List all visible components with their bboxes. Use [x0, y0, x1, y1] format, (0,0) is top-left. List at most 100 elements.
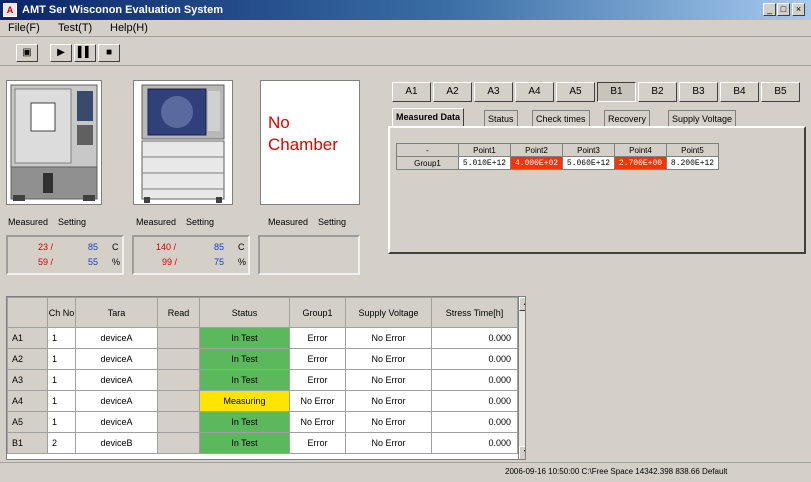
device-grid: Ch No Tara Read Status Group1 Supply Vol… — [6, 296, 526, 460]
chamber-2-temp-setting: 85 — [214, 242, 225, 252]
ch-no-cell: 1 — [47, 369, 76, 391]
supply-voltage-cell: No Error — [345, 348, 432, 370]
read-cell — [157, 327, 200, 349]
table-row[interactable]: A2 1 deviceA In Test Error No Error 0.000 — [7, 348, 518, 370]
measured-value: 5.010E+12 — [458, 156, 511, 170]
group1-cell: No Error — [289, 390, 346, 412]
sub-tab-measured-data[interactable]: Measured Data — [392, 108, 465, 128]
chamber-2-hum-measured: 99 / — [162, 257, 178, 267]
device-grid-table: Ch No Tara Read Status Group1 Supply Vol… — [7, 297, 518, 454]
status-cell: In Test — [199, 327, 290, 349]
point-header: Point4 — [614, 143, 667, 157]
point-header: Point3 — [562, 143, 615, 157]
measured-data-table: - Point1 Point2 Point3 Point4 Point5 Gro… — [396, 143, 719, 170]
scroll-up-icon[interactable]: ▲ — [519, 297, 525, 311]
stress-time-cell: 0.000 — [431, 432, 518, 454]
board-tab-b3[interactable]: B3 — [679, 82, 718, 102]
point-header: Point1 — [458, 143, 511, 157]
scroll-down-icon[interactable]: ▼ — [519, 446, 525, 459]
chamber-2-hum-unit: % — [238, 257, 247, 267]
menu-file[interactable]: File(F) — [8, 22, 40, 34]
table-row[interactable]: B1 2 deviceB In Test Error No Error 0.000 — [7, 432, 518, 454]
row-id: B1 — [7, 432, 48, 454]
tara-cell: deviceA — [75, 390, 158, 412]
board-tab-b4[interactable]: B4 — [720, 82, 759, 102]
supply-voltage-cell: No Error — [345, 432, 432, 454]
tara-cell: deviceB — [75, 432, 158, 454]
board-tab-a1[interactable]: A1 — [392, 82, 431, 102]
supply-voltage-cell: No Error — [345, 369, 432, 391]
board-tab-b1[interactable]: B1 — [597, 82, 636, 102]
chamber-1-temp-setting: 85 — [88, 242, 99, 252]
no-chamber-text: No Chamber — [268, 113, 338, 154]
table-row[interactable]: A4 1 deviceA Measuring No Error No Error 0.000 — [7, 390, 518, 412]
ch-no-cell: 1 — [47, 411, 76, 433]
read-cell — [157, 432, 200, 454]
status-cell: In Test — [199, 348, 290, 370]
pause-button[interactable]: ▌▌ — [74, 44, 96, 62]
chamber-cabinet-icon — [10, 84, 98, 201]
board-tab-b2[interactable]: B2 — [638, 82, 677, 102]
chamber-2-image[interactable] — [133, 80, 233, 205]
board-tab-a2[interactable]: A2 — [433, 82, 472, 102]
grid-header-tara[interactable]: Tara — [75, 297, 158, 328]
chamber-rack-icon — [141, 84, 225, 203]
grid-header-supply-voltage[interactable]: Supply Voltage — [345, 297, 432, 328]
read-cell — [157, 390, 200, 412]
toolbar: ▣ ▶ ▌▌ ■ — [0, 38, 811, 66]
menu-help[interactable]: Help(H) — [110, 22, 148, 34]
measured-row: Group1 5.010E+12 4.000E+02 5.060E+12 2.7… — [396, 156, 719, 170]
stop-button[interactable]: ■ — [98, 44, 120, 62]
measured-value: 5.060E+12 — [562, 156, 615, 170]
chamber-1-setting-caption: Setting — [58, 217, 87, 227]
board-tab-a3[interactable]: A3 — [474, 82, 513, 102]
board-tab-a4[interactable]: A4 — [515, 82, 554, 102]
menu-test[interactable]: Test(T) — [58, 22, 92, 34]
stress-time-cell: 0.000 — [431, 390, 518, 412]
grid-scrollbar[interactable]: ▲ ▼ — [518, 297, 525, 459]
board-tab-a5[interactable]: A5 — [556, 82, 595, 102]
chamber-2-measured-caption: Measured — [136, 217, 177, 227]
chamber-1-image[interactable] — [6, 80, 102, 205]
group1-cell: Error — [289, 369, 346, 391]
chamber-3-setting-caption: Setting — [318, 217, 347, 227]
close-button[interactable]: × — [792, 3, 805, 16]
grid-header-stress-time[interactable]: Stress Time[h] — [431, 297, 518, 328]
ch-no-cell: 1 — [47, 390, 76, 412]
ch-no-cell: 1 — [47, 327, 76, 349]
status-bar: 2006-09-16 10:50:00 C:\Free Space 14342.… — [0, 462, 811, 482]
measured-value: 8.200E+12 — [666, 156, 719, 170]
status-cell: In Test — [199, 411, 290, 433]
board-tab-b5[interactable]: B5 — [761, 82, 800, 102]
stress-time-cell: 0.000 — [431, 327, 518, 349]
supply-voltage-cell: No Error — [345, 390, 432, 412]
tara-cell: deviceA — [75, 411, 158, 433]
chamber-2-setting-caption: Setting — [186, 217, 215, 227]
status-text: 2006-09-16 10:50:00 C:\Free Space 14342.… — [505, 467, 728, 476]
supply-voltage-cell: No Error — [345, 411, 432, 433]
table-row[interactable]: A5 1 deviceA In Test No Error No Error 0.000 — [7, 411, 518, 433]
grid-header-group1[interactable]: Group1 — [289, 297, 346, 328]
row-id: A5 — [7, 411, 48, 433]
title-bar: A AMT Ser Wisconon Evaluation System _ □… — [0, 0, 811, 20]
window-title: AMT Ser Wisconon Evaluation System — [22, 4, 223, 16]
grid-header-read[interactable]: Read — [157, 297, 200, 328]
save-icon: ▣ — [22, 47, 32, 58]
status-cell: In Test — [199, 369, 290, 391]
table-row[interactable]: A3 1 deviceA In Test Error No Error 0.000 — [7, 369, 518, 391]
read-cell — [157, 369, 200, 391]
chamber-1-measured-caption: Measured — [8, 217, 49, 227]
save-button[interactable]: ▣ — [16, 44, 38, 62]
maximize-button[interactable]: □ — [777, 3, 790, 16]
chamber-2-hum-setting: 75 — [214, 257, 225, 267]
grid-header-ch[interactable]: Ch No — [47, 297, 76, 328]
minimize-button[interactable]: _ — [763, 3, 776, 16]
grid-header-status[interactable]: Status — [199, 297, 290, 328]
play-button[interactable]: ▶ — [50, 44, 72, 62]
tara-cell: deviceA — [75, 327, 158, 349]
stress-time-cell: 0.000 — [431, 348, 518, 370]
row-id: A4 — [7, 390, 48, 412]
table-row[interactable]: A1 1 deviceA In Test Error No Error 0.000 — [7, 327, 518, 349]
no-chamber-label: No Chamber — [268, 112, 338, 156]
chamber-1-hum-measured: 59 / — [38, 257, 54, 267]
